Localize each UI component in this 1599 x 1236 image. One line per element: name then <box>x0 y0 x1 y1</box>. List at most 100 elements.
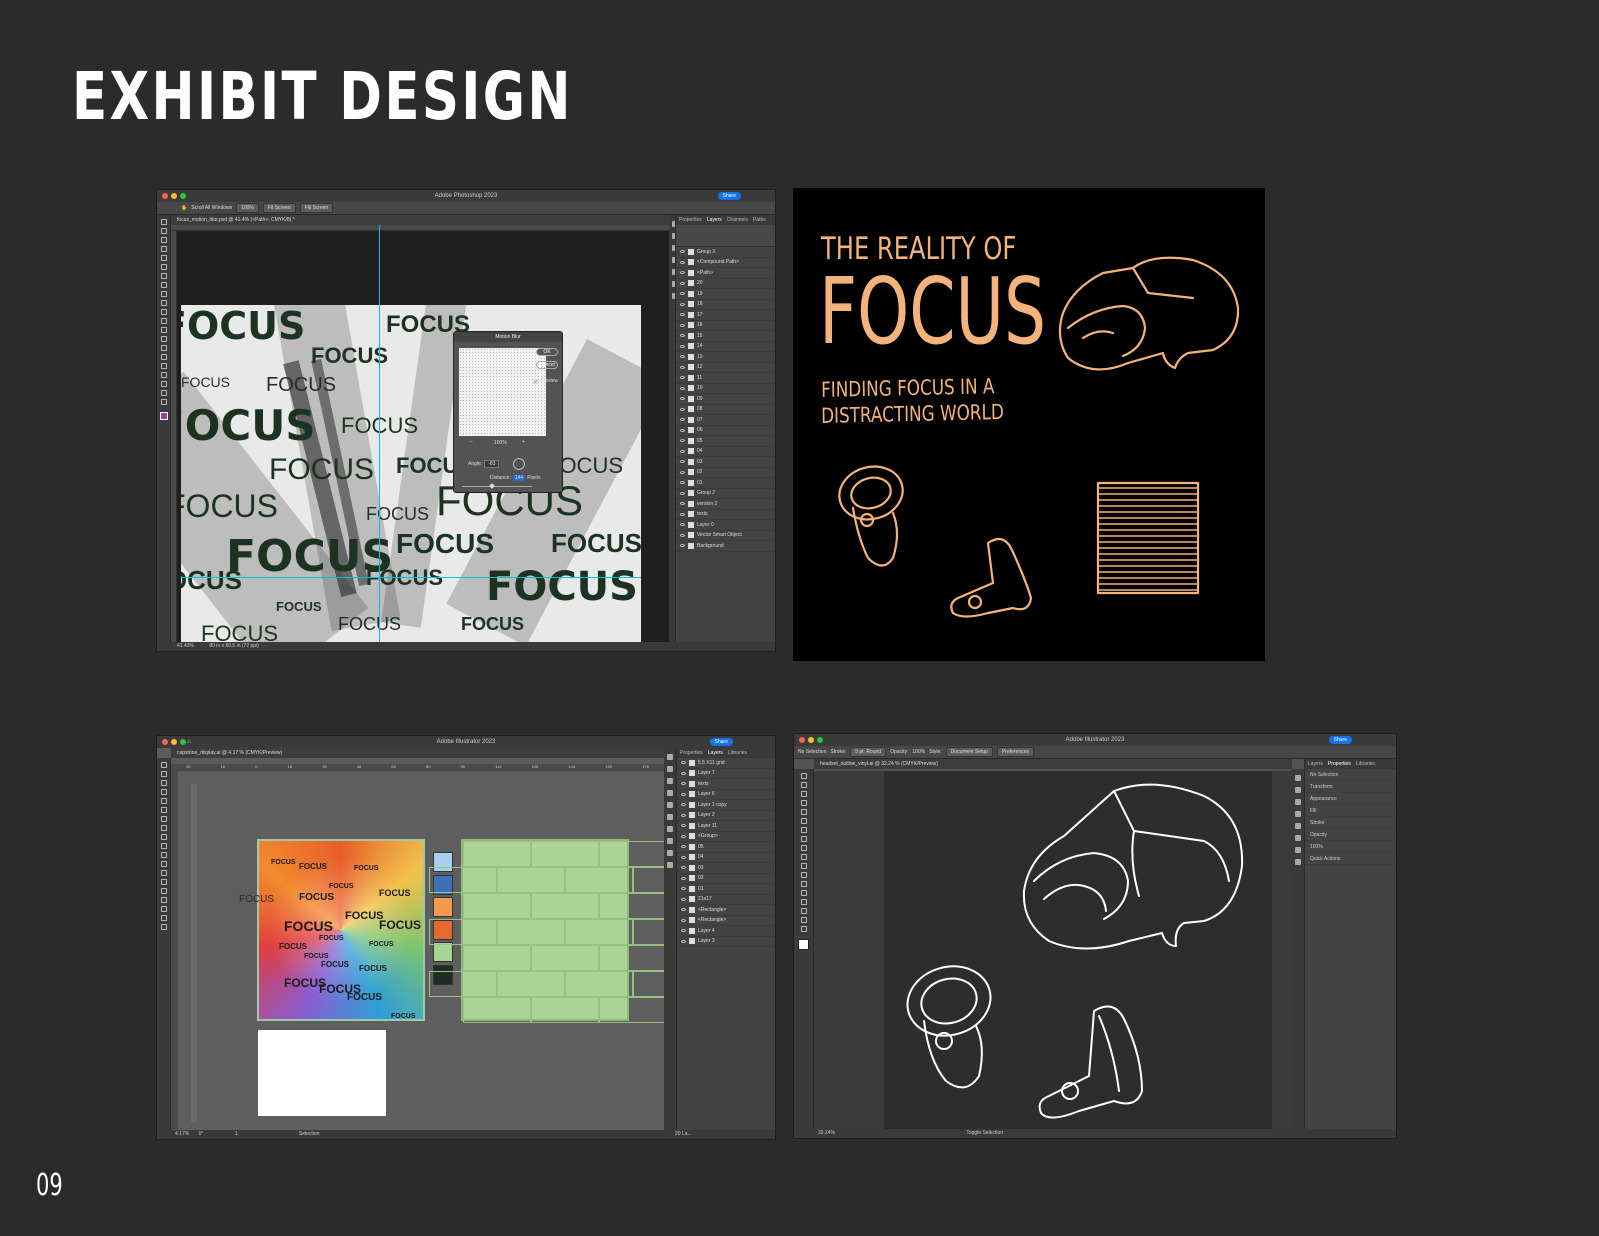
visibility-eye-icon[interactable] <box>681 792 686 796</box>
color-swatch[interactable] <box>433 942 453 962</box>
dodge-tool-icon[interactable] <box>160 345 167 351</box>
option-zoom-100[interactable]: 100% <box>236 203 259 213</box>
visibility-eye-icon[interactable] <box>680 323 685 327</box>
guide-line[interactable] <box>181 577 641 578</box>
property-transform[interactable]: Transform <box>1305 781 1396 793</box>
blur-tool-icon[interactable] <box>160 336 167 342</box>
layer-row[interactable]: 21x17 <box>677 895 775 905</box>
visibility-eye-icon[interactable] <box>681 876 686 880</box>
selection-tool-icon[interactable] <box>800 773 807 779</box>
visibility-eye-icon[interactable] <box>680 397 685 401</box>
layer-row[interactable]: <Rectangle> <box>677 916 775 926</box>
preview-checkbox[interactable]: ✓ <box>533 378 539 384</box>
layer-row[interactable]: texts <box>677 779 775 790</box>
rotate-tool-icon[interactable] <box>160 861 167 867</box>
history-brush-icon[interactable] <box>160 309 167 315</box>
photoshop-canvas[interactable]: FOCUSFOCUSFOCUSFOCUSFOCUSFOCUSFOCUSFOCUS… <box>171 225 669 644</box>
layer-row[interactable]: Layer 3 <box>677 937 775 947</box>
swatches-icon[interactable] <box>1295 787 1301 793</box>
visibility-eye-icon[interactable] <box>680 386 685 390</box>
layer-row[interactable]: Vector Smart Object <box>676 531 775 541</box>
blur-preview[interactable] <box>459 348 546 436</box>
zoom-window-button[interactable] <box>180 739 186 745</box>
visibility-eye-icon[interactable] <box>681 855 686 859</box>
transparency-icon[interactable] <box>667 826 673 832</box>
gradient-tool-icon[interactable] <box>160 897 167 903</box>
stroke-icon[interactable] <box>1295 823 1301 829</box>
appearance-icon[interactable] <box>667 838 673 844</box>
stamp-tool-icon[interactable] <box>160 300 167 306</box>
hand-tool-icon[interactable] <box>800 917 807 923</box>
zoom-window-button[interactable] <box>180 193 186 199</box>
curvature-tool-icon[interactable] <box>160 798 167 804</box>
pen-tool-icon[interactable] <box>160 789 167 795</box>
magic-wand-tool-icon[interactable] <box>160 780 167 786</box>
layer-row[interactable]: 06 <box>676 426 775 436</box>
brushes-icon[interactable] <box>667 778 673 784</box>
control-opacity[interactable]: Opacity: <box>890 749 908 755</box>
eyedropper-tool-icon[interactable] <box>160 906 167 912</box>
close-window-button[interactable] <box>162 739 168 745</box>
eyedropper-tool-icon[interactable] <box>160 273 167 279</box>
eraser-tool-icon[interactable] <box>160 318 167 324</box>
visibility-eye-icon[interactable] <box>680 523 685 527</box>
property-appearance[interactable]: Appearance <box>1305 793 1396 805</box>
gradient-icon[interactable] <box>1295 835 1301 841</box>
visibility-eye-icon[interactable] <box>680 355 685 359</box>
layer-row[interactable]: Layer 4 <box>677 926 775 937</box>
layer-row[interactable]: 19 <box>676 289 775 300</box>
tab-layers[interactable]: Layers <box>1308 759 1323 769</box>
distance-input[interactable]: 144 <box>512 475 526 481</box>
marquee-tool-icon[interactable] <box>160 228 167 234</box>
selection-tool-icon[interactable] <box>160 762 167 768</box>
layer-row[interactable]: 11 <box>676 373 775 384</box>
visibility-eye-icon[interactable] <box>680 365 685 369</box>
free-transform-icon[interactable] <box>800 890 807 896</box>
visibility-eye-icon[interactable] <box>680 449 685 453</box>
property-fill[interactable]: Fill <box>1305 805 1396 817</box>
crop-tool-icon[interactable] <box>160 255 167 261</box>
minimize-window-button[interactable] <box>171 193 177 199</box>
hand-tool-icon[interactable]: ✋ <box>181 205 187 211</box>
illustrator-canvas[interactable]: 32 16 0 16 32 48 64 80 96 112 128 144 160 176 FOCUS FO… <box>171 764 664 1132</box>
layer-row[interactable]: 09 <box>676 394 775 405</box>
width-tool-icon[interactable] <box>160 879 167 885</box>
color-icon[interactable] <box>667 754 673 760</box>
visibility-eye-icon[interactable] <box>681 887 686 891</box>
tab-channels[interactable]: Channels <box>727 215 748 225</box>
layer-row[interactable]: Layer 6 <box>677 790 775 800</box>
layer-row[interactable]: 20 <box>676 279 775 289</box>
quick-select-tool-icon[interactable] <box>160 246 167 252</box>
layer-row[interactable]: Layer 11 <box>677 821 775 832</box>
visibility-eye-icon[interactable] <box>681 761 686 765</box>
rotate-tool-icon[interactable] <box>800 863 807 869</box>
property-100[interactable]: 100% <box>1305 841 1396 853</box>
layer-row[interactable]: 10 <box>676 384 775 394</box>
tab-paths[interactable]: Paths <box>753 215 766 225</box>
minimize-window-button[interactable] <box>808 737 814 743</box>
pencil-tool-icon[interactable] <box>800 845 807 851</box>
layer-row[interactable]: texts <box>676 510 775 520</box>
type-tool-icon[interactable] <box>160 363 167 369</box>
visibility-eye-icon[interactable] <box>681 834 686 838</box>
layer-row[interactable]: 12 <box>676 363 775 373</box>
layer-row[interactable]: Layer 2 <box>677 811 775 821</box>
visibility-eye-icon[interactable] <box>681 908 686 912</box>
visibility-eye-icon[interactable] <box>680 302 685 306</box>
layer-row[interactable]: Layer 0 <box>676 520 775 531</box>
pathfinder-icon[interactable] <box>667 862 673 868</box>
visibility-eye-icon[interactable] <box>680 334 685 338</box>
zoom-level[interactable]: 4.17% <box>175 1131 189 1137</box>
brick-pattern-artboard[interactable] <box>429 839 664 1023</box>
eraser-tool-icon[interactable] <box>800 854 807 860</box>
layer-row[interactable]: 05 <box>677 842 775 853</box>
warp-tool-icon[interactable] <box>800 881 807 887</box>
layer-row[interactable]: 16 <box>676 321 775 331</box>
zoom-tool-icon[interactable] <box>800 926 807 932</box>
dark-artboard[interactable] <box>884 771 1272 1131</box>
path-select-tool-icon[interactable] <box>160 372 167 378</box>
brushes-icon[interactable] <box>1295 799 1301 805</box>
frame-tool-icon[interactable] <box>160 264 167 270</box>
artboard-number[interactable]: 1 <box>235 1131 238 1137</box>
layer-row[interactable]: Background <box>676 541 775 552</box>
